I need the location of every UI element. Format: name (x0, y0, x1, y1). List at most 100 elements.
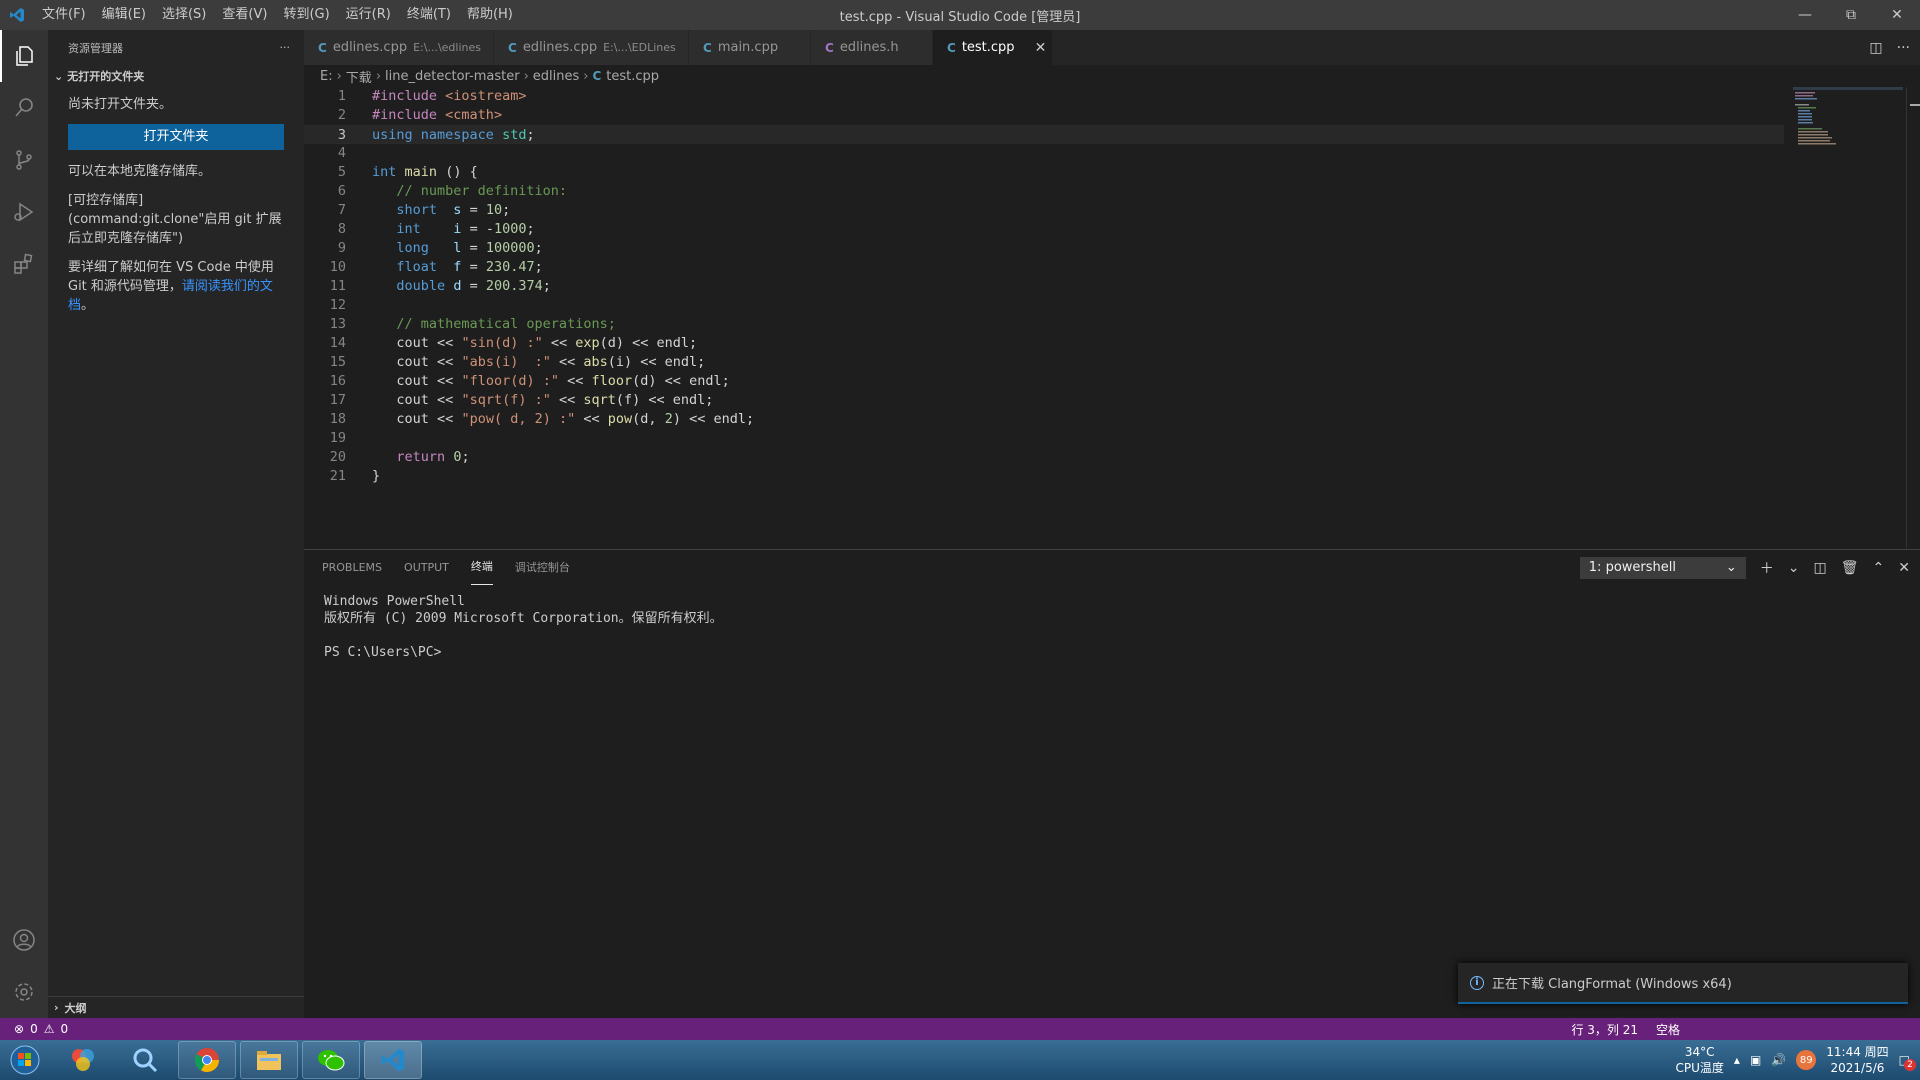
clone-hint: 可以在本地克隆存储库。 (68, 164, 212, 179)
maximize-panel-icon[interactable]: ⌃ (1873, 560, 1885, 576)
line-number: 10 (329, 259, 346, 275)
code-line: 13 // mathematical operations; (304, 315, 1784, 334)
close-panel-icon[interactable]: ✕ (1898, 560, 1910, 576)
cpu-temp[interactable]: 34°C CPU温度 (1676, 1044, 1724, 1076)
more-actions-icon[interactable]: ··· (280, 41, 291, 54)
tab-output[interactable]: OUTPUT (404, 550, 449, 585)
clock[interactable]: 11:44 周四 2021/5/6 (1826, 1044, 1888, 1076)
terminal-output[interactable]: Windows PowerShell 版权所有 (C) 2009 Microso… (304, 585, 1920, 669)
volume-icon[interactable]: 🔊 (1771, 1053, 1786, 1067)
taskbar-explorer-icon[interactable] (240, 1041, 298, 1079)
bottom-panel: PROBLEMS OUTPUT 终端 调试控制台 1: powershell ⌄ … (304, 549, 1920, 1018)
breadcrumb-item[interactable]: 下载 (346, 67, 372, 86)
code-editor[interactable]: 1 #include <iostream> 2 #include <cmath> 3… (304, 87, 1920, 549)
menu-go[interactable]: 转到(G) (275, 0, 337, 30)
open-folder-button[interactable]: 打开文件夹 (68, 124, 284, 150)
more-actions-icon[interactable]: ··· (1897, 40, 1910, 56)
cpp-file-icon: C (592, 69, 602, 83)
code-line: 2 #include <cmath> (304, 106, 1784, 125)
error-icon: ⊗ (14, 1022, 25, 1036)
breadcrumb-item[interactable]: E: (320, 69, 333, 84)
extensions-icon[interactable] (0, 238, 48, 290)
line-number: 2 (337, 107, 346, 123)
tray-expand-icon[interactable]: ▴ (1734, 1053, 1740, 1067)
line-number: 17 (329, 392, 346, 408)
tab-edlines-cpp-1[interactable]: C edlines.cpp E:\...\edlines (304, 30, 494, 65)
warning-count: 0 (60, 1022, 69, 1036)
line-number: 18 (329, 411, 346, 427)
tab-problems[interactable]: PROBLEMS (322, 550, 382, 585)
section-title: 无打开的文件夹 (67, 70, 145, 83)
breadcrumb-item[interactable]: edlines (533, 69, 579, 84)
settings-gear-icon[interactable] (0, 966, 48, 1018)
outline-section[interactable]: › 大纲 (48, 996, 304, 1018)
line-number: 19 (329, 430, 346, 446)
line-number: 13 (329, 316, 346, 332)
trash-icon[interactable]: 🗑 (1841, 560, 1859, 576)
menu-run[interactable]: 运行(R) (338, 0, 399, 30)
code-line: 9 long l = 100000; (304, 239, 1784, 258)
new-terminal-icon[interactable]: ＋ (1760, 558, 1774, 578)
tab-label: edlines.h (839, 40, 899, 55)
tab-description: E:\...\edlines (413, 41, 481, 54)
code-line: 7 short s = 10; (304, 201, 1784, 220)
network-icon[interactable]: ▣ (1750, 1053, 1761, 1067)
cursor-position[interactable]: 行 3，列 21 (1571, 1021, 1638, 1038)
tray-app-badge[interactable]: 89 (1796, 1050, 1817, 1070)
tab-edlines-h[interactable]: C edlines.h (811, 30, 933, 65)
docs-paragraph: 要详细了解如何在 VS Code 中使用 Git 和源代码管理，请阅读我们的文档… (68, 258, 284, 315)
minimize-button[interactable]: — (1782, 0, 1828, 30)
split-editor-icon[interactable]: ◫ (1869, 40, 1882, 56)
start-button[interactable] (0, 1040, 50, 1080)
no-folder-section[interactable]: ⌄ 无打开的文件夹 (48, 65, 304, 87)
sidebar-title: 资源管理器 (68, 41, 123, 55)
close-window-button[interactable]: ✕ (1874, 0, 1920, 30)
taskbar-wechat-icon[interactable] (302, 1041, 360, 1079)
taskbar-app-color-icon[interactable] (54, 1041, 112, 1079)
menu-selection[interactable]: 选择(S) (154, 0, 214, 30)
explorer-icon[interactable] (0, 30, 48, 82)
chevron-down-icon[interactable]: ⌄ (1788, 560, 1800, 576)
search-icon[interactable] (0, 82, 48, 134)
taskbar-chrome-icon[interactable] (178, 1041, 236, 1079)
menu-help[interactable]: 帮助(H) (459, 0, 521, 30)
menu-view[interactable]: 查看(V) (214, 0, 275, 30)
menu-terminal[interactable]: 终端(T) (399, 0, 459, 30)
terminal-line: Windows PowerShell (324, 594, 465, 609)
tab-terminal[interactable]: 终端 (470, 550, 493, 585)
restore-button[interactable]: ⧉ (1828, 0, 1874, 30)
taskbar-vscode-icon[interactable] (364, 1041, 422, 1079)
code-line: 17 cout << "sqrt(f) :" << sqrt(f) << end… (304, 391, 1784, 410)
minimap[interactable] (1793, 87, 1903, 549)
breadcrumb-item[interactable]: line_detector-master (385, 69, 520, 84)
notification-toast[interactable]: i 正在下载 ClangFormat (Windows x64) (1458, 963, 1908, 1004)
source-control-icon[interactable] (0, 134, 48, 186)
run-debug-icon[interactable] (0, 186, 48, 238)
c-header-file-icon: C (825, 40, 834, 55)
menu-edit[interactable]: 编辑(E) (94, 0, 154, 30)
code-line: 14 cout << "sin(d) :" << exp(d) << endl; (304, 334, 1784, 353)
indentation[interactable]: 空格 (1656, 1021, 1680, 1038)
tab-main-cpp[interactable]: C main.cpp (689, 30, 811, 65)
menu-file[interactable]: 文件(F) (34, 0, 94, 30)
line-number: 6 (337, 183, 346, 199)
outline-title: 大纲 (64, 1001, 87, 1015)
cpp-file-icon: C (947, 40, 956, 55)
terminal-select[interactable]: 1: powershell ⌄ (1579, 556, 1746, 579)
code-line-current: 3 using namespace std; (304, 125, 1784, 144)
split-terminal-icon[interactable]: ◫ (1814, 560, 1827, 576)
action-center-icon[interactable]: □ 2 (1899, 1053, 1916, 1071)
line-number: 7 (337, 202, 346, 218)
tab-edlines-cpp-2[interactable]: C edlines.cpp E:\...\EDLines (494, 30, 689, 65)
editor-scrollbar[interactable] (1906, 87, 1920, 549)
tab-test-cpp[interactable]: C test.cpp ✕ (933, 30, 1053, 65)
breadcrumb: E: › 下载 › line_detector-master › edlines › C… (304, 65, 1920, 87)
accounts-icon[interactable] (0, 914, 48, 966)
close-tab-icon[interactable]: ✕ (1035, 40, 1047, 56)
tab-debug-console[interactable]: 调试控制台 (515, 550, 570, 585)
clone-command-text: [可控存储库](command:git.clone"启用 git 扩展后立即克隆… (68, 193, 282, 246)
taskbar-search-icon[interactable] (116, 1041, 174, 1079)
breadcrumb-item[interactable]: test.cpp (606, 69, 659, 84)
problems-status[interactable]: ⊗ 0 ⚠ 0 (0, 1022, 68, 1036)
